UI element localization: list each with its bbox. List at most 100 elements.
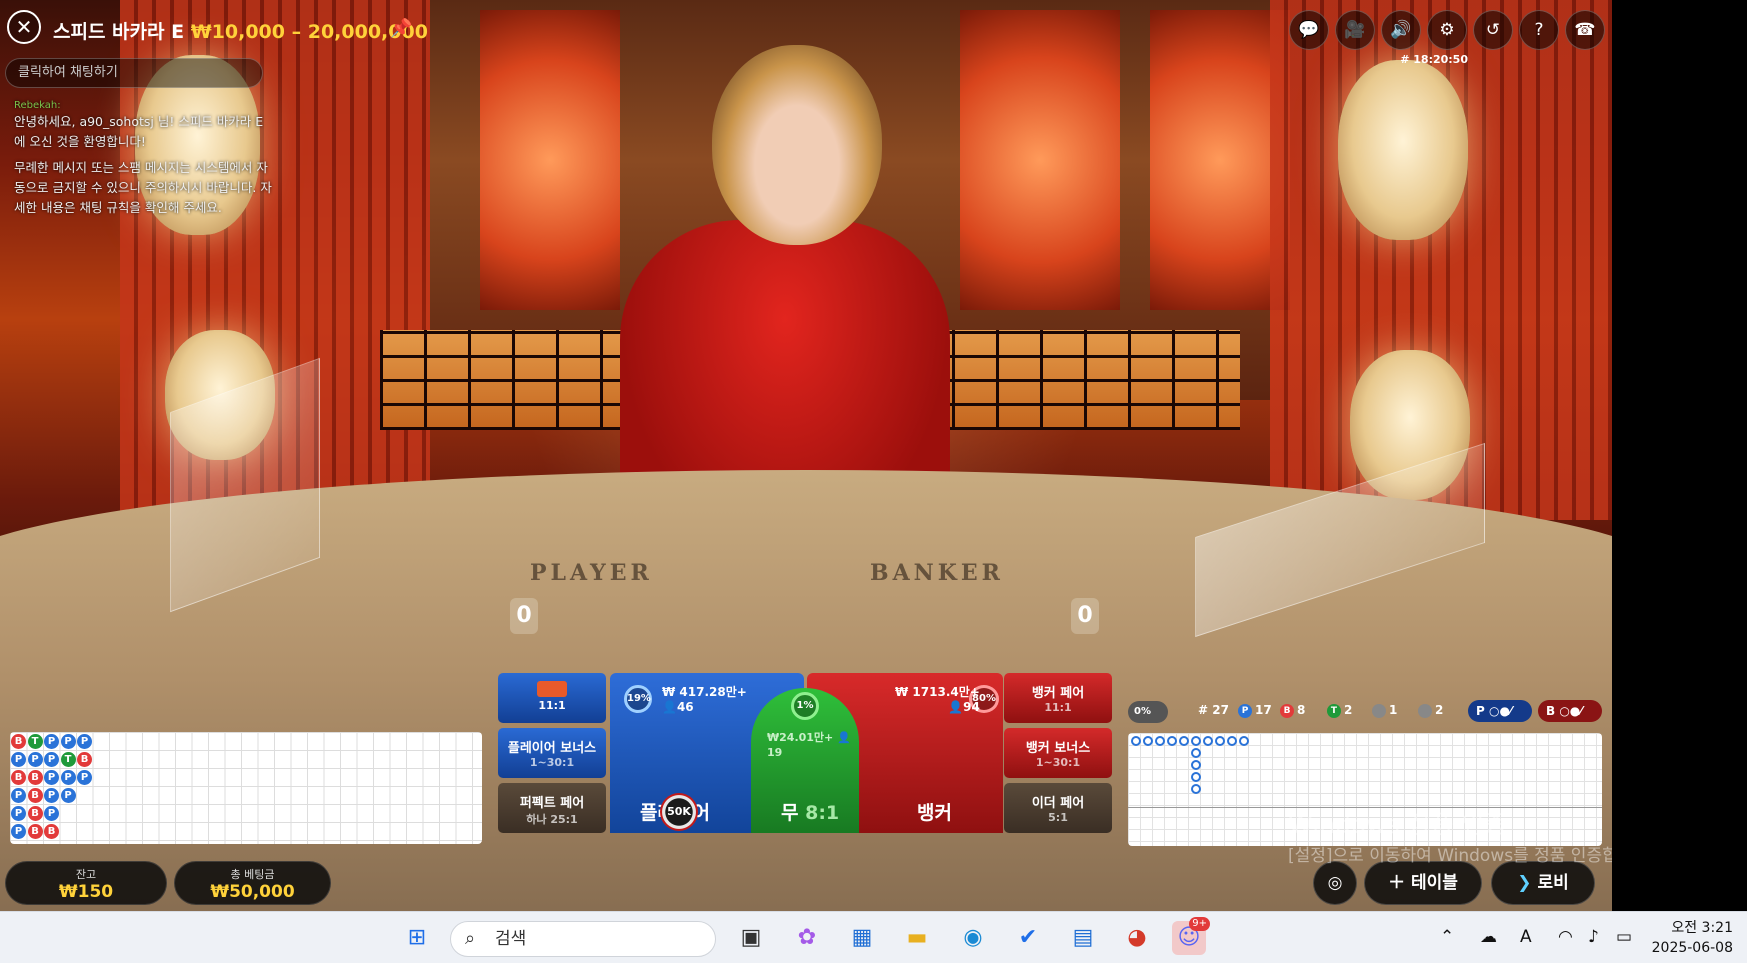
player-pair-bet[interactable]: 11:1 (498, 673, 606, 723)
search-icon: ⌕ (465, 928, 476, 949)
big-road-mark (1143, 736, 1153, 746)
right-letterbox (1612, 0, 1747, 911)
big-road-mark (1167, 736, 1177, 746)
banker-pair-bet[interactable]: 뱅커 페어 11:1 (1004, 673, 1112, 723)
video-icon[interactable]: 🎥 (1335, 10, 1375, 50)
bead-P: P (60, 770, 76, 785)
stats-bar: 0% # 27 P 17 B8 T2 1 2 P ○●⁄ B ○●⁄ (1128, 700, 1602, 726)
support-icon[interactable]: ☎ (1565, 10, 1605, 50)
todo-icon[interactable]: ✔ (1011, 921, 1045, 955)
volume-icon[interactable]: ♪ (1588, 927, 1599, 947)
banker-predict-label: B (1546, 704, 1556, 718)
bead-P: P (60, 734, 76, 749)
discord-icon[interactable]: ☺ 9+ (1172, 917, 1210, 955)
tie-amount: ₩24.01만+ (767, 731, 834, 744)
activation-watermark-title: Windows 정품 인증 (1288, 810, 1508, 839)
plus-icon: ＋ (1388, 873, 1411, 893)
search-placeholder: 검색 (495, 929, 527, 949)
tie-count: 19 (767, 746, 783, 759)
user-icon: 👤 (662, 700, 677, 714)
tie-bet[interactable]: 1% ₩24.01만+ 👤 19 무 8:1 (751, 688, 859, 833)
add-table-button[interactable]: ＋ 테이블 (1364, 861, 1482, 905)
perfect-pair-payout: 하나 25:1 (526, 813, 578, 826)
bead-road: BPBPPPTPBBBBPPPPPBPTPPPBP (10, 732, 482, 844)
edge-icon[interactable]: ◉ (956, 921, 990, 955)
lobby-button[interactable]: ❯ 로비 (1491, 861, 1595, 905)
round-count: # 27 (1198, 703, 1229, 717)
bead-P: P (11, 752, 26, 767)
player-bonus-bet[interactable]: 플레이어 보너스 1~30:1 (498, 728, 606, 778)
app-icon[interactable]: ▤ (1066, 921, 1100, 955)
blossom-window (1150, 10, 1290, 310)
big-road-mark (1191, 760, 1201, 770)
copilot-icon[interactable]: ✿ (790, 921, 824, 955)
bead-B: B (77, 752, 92, 767)
tie-stake: ₩24.01만+ 👤 19 (767, 730, 859, 760)
bead-P: P (44, 734, 59, 749)
stats-toggle[interactable]: 0% (1128, 701, 1168, 723)
banker-bonus-bet[interactable]: 뱅커 보너스 1~30:1 (1004, 728, 1112, 778)
battery-icon[interactable]: ▭ (1616, 927, 1632, 947)
bead-B: B (27, 824, 43, 839)
help-icon[interactable]: ? (1519, 10, 1559, 50)
total-bet-display: 총 베팅금 ₩50,000 (174, 861, 331, 905)
bead-P: P (44, 788, 59, 803)
settings-icon[interactable]: ⚙ (1427, 10, 1467, 50)
chrome-icon[interactable]: ◕ (1120, 921, 1154, 955)
banker-pairs: 2 (1418, 703, 1443, 718)
sound-icon[interactable]: 🔊 (1381, 10, 1421, 50)
taskbar-search[interactable]: ⌕ 검색 (450, 921, 716, 957)
game-title: 스피드 바카라 E ₩10,000 – 20,000,000 (53, 17, 428, 44)
player-predict-button[interactable]: P ○●⁄ (1468, 700, 1532, 722)
player-score: 0 (510, 598, 538, 634)
banker-predict-button[interactable]: B ○●⁄ (1538, 700, 1602, 722)
task-view-icon[interactable]: ▣ (734, 921, 768, 955)
user-icon: 👤 (948, 700, 964, 714)
tie-bet-label: 무 8:1 (781, 798, 839, 825)
table-name: 스피드 바카라 E (53, 21, 185, 43)
player-wins-value: 17 (1255, 703, 1272, 717)
tie-wins: T2 (1327, 703, 1352, 718)
bead-T: T (60, 752, 76, 767)
player-stake: ₩ 417.28만+ 👤46 (662, 685, 747, 715)
player-bonus-label: 플레이어 보너스 (507, 741, 597, 756)
file-explorer-icon[interactable]: ▬ (900, 921, 934, 955)
system-clock[interactable]: 오전 3:21 2025-06-08 (1652, 918, 1733, 958)
player-pairs-value: 1 (1389, 703, 1398, 717)
discord-badge: 9+ (1189, 917, 1210, 931)
start-icon[interactable]: ⊞ (400, 921, 434, 955)
chat-sender: Rebekah: (14, 100, 61, 111)
banker-wins: B8 (1280, 703, 1305, 718)
bead-B: B (27, 788, 43, 803)
live-video-stage: PLAYER BANKER 0 0 ✕ 스피드 바카라 E ₩10,000 – … (0, 0, 1612, 911)
banker-wins-value: 8 (1297, 703, 1306, 717)
lobby-label: 로비 (1537, 873, 1569, 893)
chevron-up-icon[interactable]: ⌃ (1440, 927, 1454, 947)
chip-stack-button[interactable]: ◎ (1313, 861, 1357, 905)
bead-P: P (11, 824, 26, 839)
bead-P: P (11, 788, 26, 803)
history-icon[interactable]: ↺ (1473, 10, 1513, 50)
bead-P: P (44, 770, 59, 785)
banker-bet-label: 뱅커 (917, 802, 952, 824)
user-icon: 👤 (837, 731, 851, 744)
bead-B: B (27, 770, 43, 785)
either-pair-bet[interactable]: 이더 페어 5:1 (1004, 783, 1112, 833)
bead-B: B (44, 824, 59, 839)
perfect-pair-bet[interactable]: 퍼펙트 페어 하나 25:1 (498, 783, 606, 833)
ime-icon[interactable]: A (1520, 927, 1532, 947)
pin-icon[interactable]: 📌 (390, 18, 412, 39)
chat-icon[interactable]: 💬 (1289, 10, 1329, 50)
player-pairs: 1 (1372, 703, 1397, 718)
close-icon: ✕ (15, 15, 33, 39)
big-road-mark (1131, 736, 1141, 746)
cloud-off-icon[interactable]: ☁ (1480, 927, 1497, 947)
store-icon[interactable]: ▦ (845, 921, 879, 955)
close-button[interactable]: ✕ (7, 10, 41, 44)
banker-amount: ₩ 1713.4만+ (895, 685, 980, 699)
wifi-icon[interactable]: ◠ (1558, 927, 1573, 947)
bead-P: P (60, 788, 76, 803)
bead-B: B (11, 770, 26, 785)
bead-P: P (44, 752, 59, 767)
chat-input[interactable]: 클릭하여 채팅하기 (5, 58, 263, 88)
